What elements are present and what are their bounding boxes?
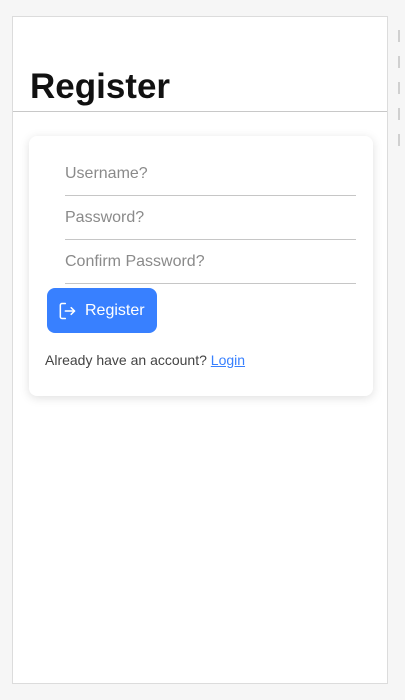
username-input[interactable] (65, 152, 356, 195)
register-button[interactable]: Register (47, 288, 157, 333)
login-prompt: Already have an account? Login (45, 352, 245, 368)
username-field (65, 152, 356, 196)
register-button-label: Register (85, 301, 145, 319)
header-divider (13, 111, 387, 112)
password-input[interactable] (65, 196, 356, 239)
app-viewport: Register Register Already have an accoun… (12, 16, 388, 684)
password-field (65, 196, 356, 240)
login-link[interactable]: Login (211, 352, 245, 368)
confirm-password-field (65, 240, 356, 284)
register-card: Register Already have an account? Login (29, 136, 373, 396)
log-in-icon (57, 301, 77, 321)
page-title: Register (30, 67, 171, 106)
adjacent-window-edge (398, 30, 405, 160)
confirm-password-input[interactable] (65, 240, 356, 283)
login-prompt-text: Already have an account? (45, 352, 211, 368)
